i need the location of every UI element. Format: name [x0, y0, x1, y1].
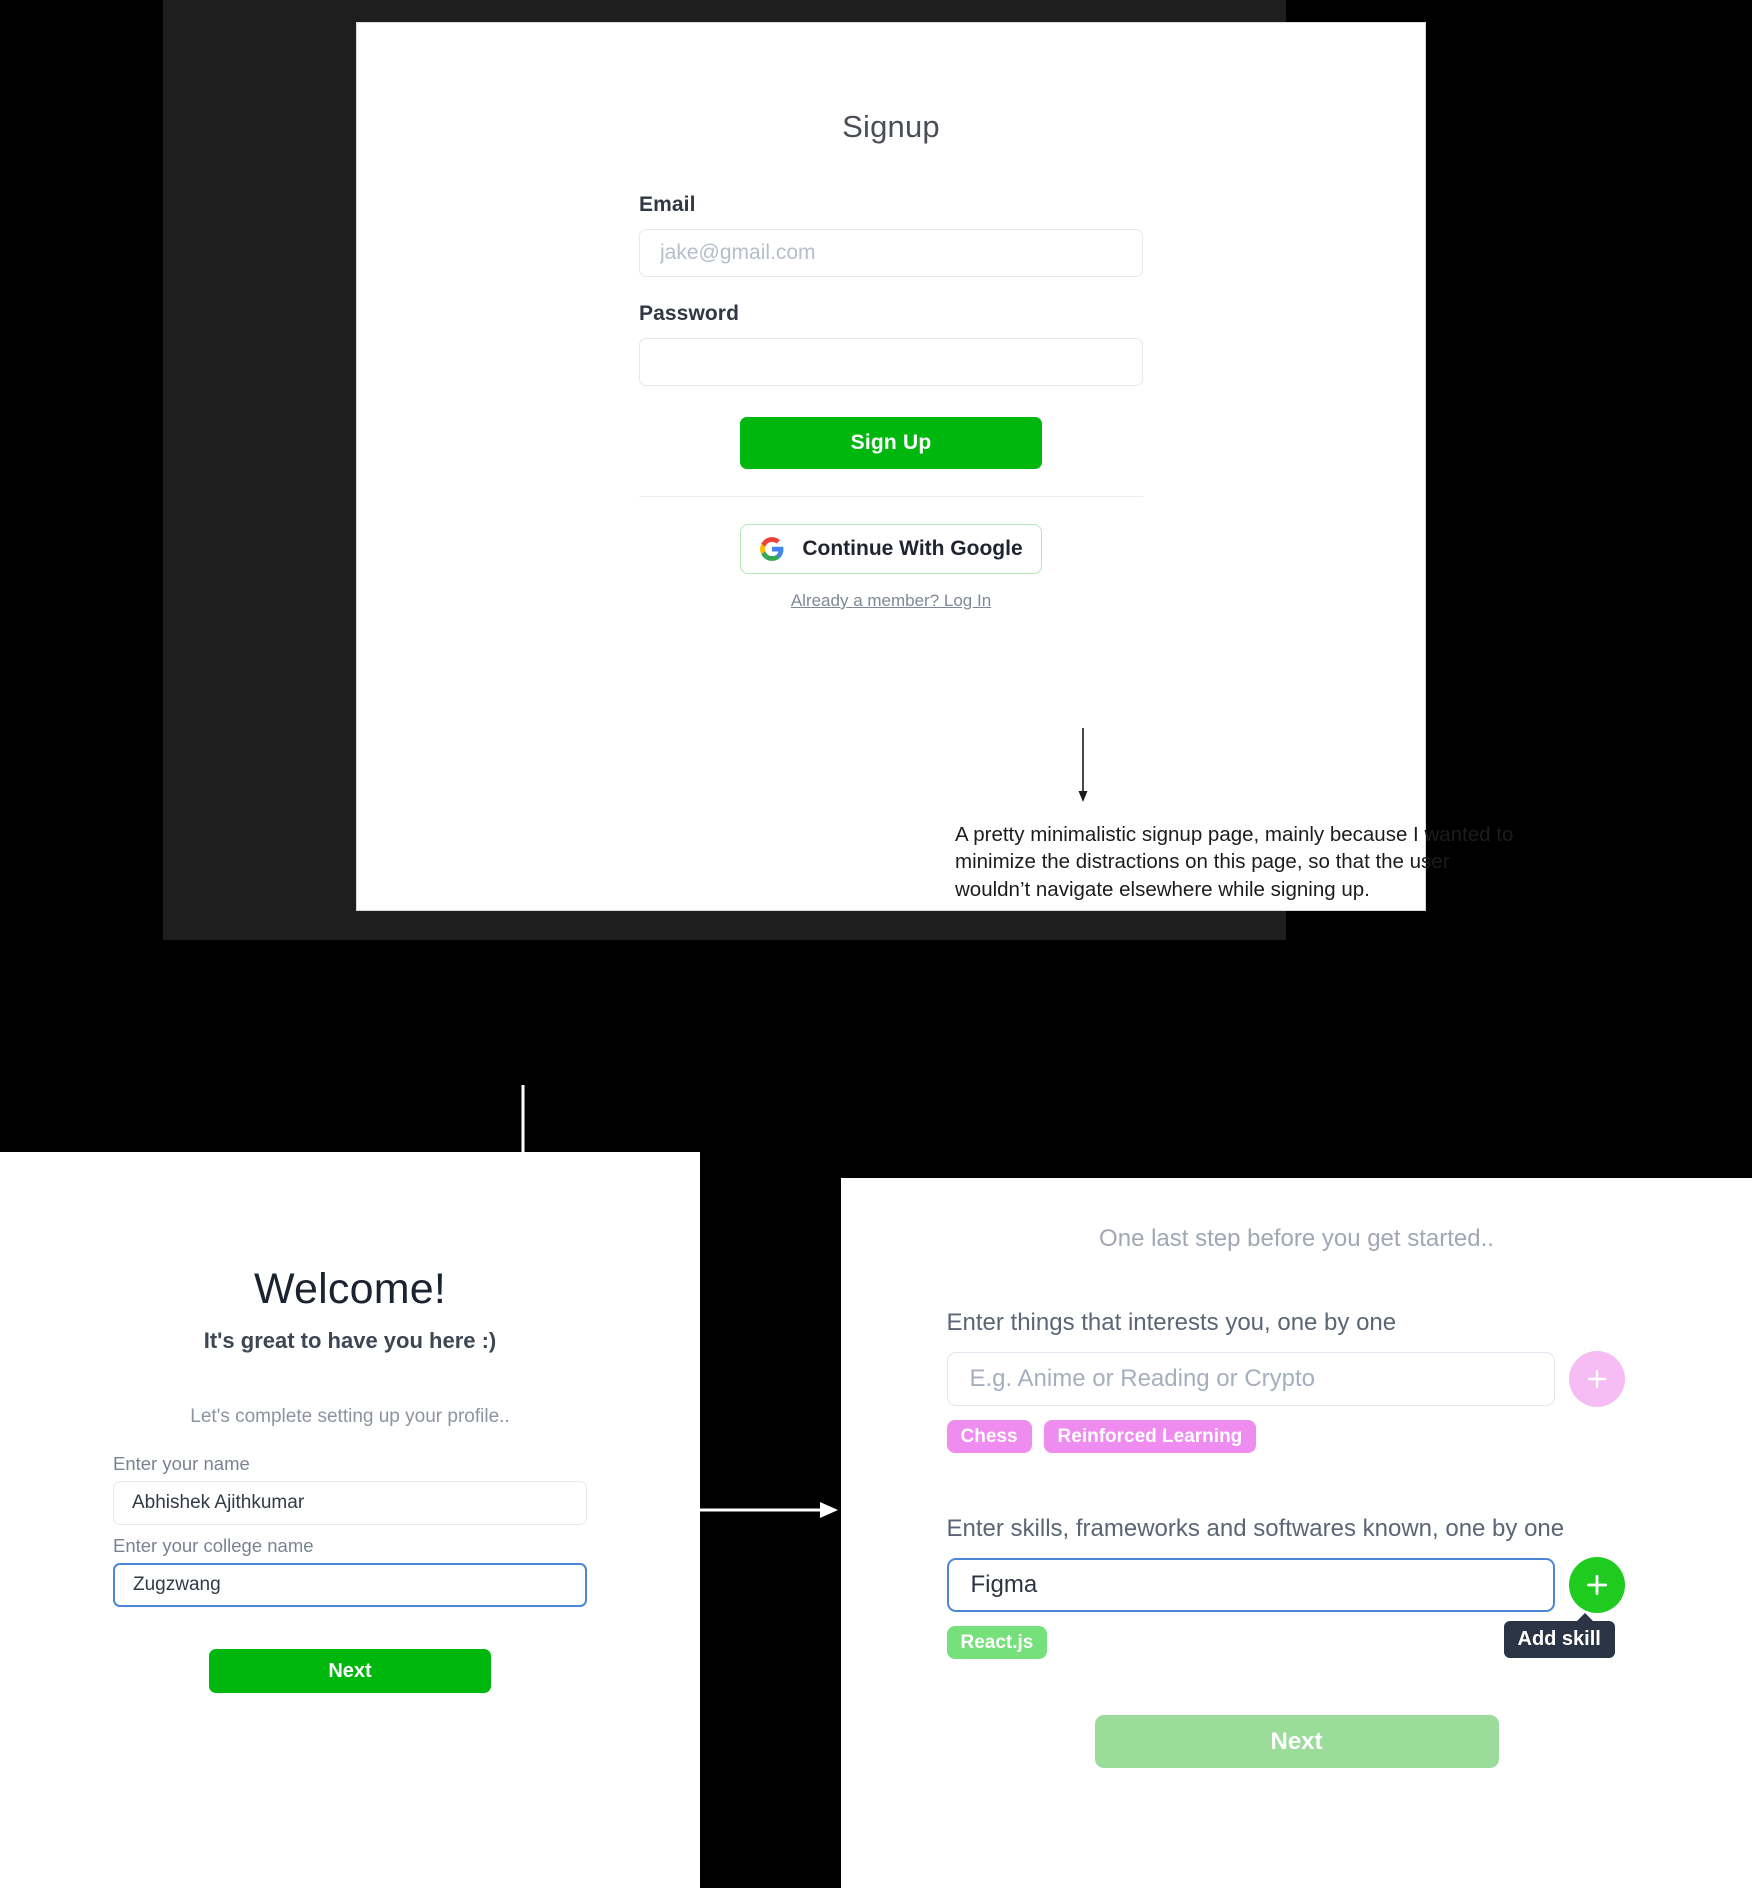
- welcome-subtitle: It's great to have you here :): [203, 1328, 497, 1353]
- college-label: Enter your college name: [113, 1535, 314, 1556]
- signup-form: Email Password Sign Up Con: [639, 145, 1143, 611]
- sign-up-button[interactable]: Sign Up: [740, 417, 1042, 469]
- flow-arrow-right-icon: [694, 1488, 839, 1532]
- login-link[interactable]: Already a member? Log In: [639, 591, 1143, 611]
- name-label: Enter your name: [113, 1453, 250, 1474]
- college-input[interactable]: [113, 1563, 587, 1607]
- interest-chip[interactable]: Chess: [946, 1420, 1032, 1453]
- plus-icon: [1584, 1572, 1610, 1598]
- welcome-title: Welcome!: [254, 1265, 446, 1313]
- interests-input[interactable]: [946, 1352, 1555, 1406]
- form-divider: [639, 496, 1143, 497]
- name-input[interactable]: [113, 1481, 587, 1525]
- step-note: One last step before you get started..: [1099, 1225, 1494, 1252]
- profile-form: Enter your name Enter your college name …: [113, 1453, 587, 1693]
- email-label: Email: [639, 193, 696, 216]
- skills-section: Enter skills, frameworks and softwares k…: [946, 1453, 1647, 1659]
- interest-chip[interactable]: Reinforced Learning: [1043, 1420, 1257, 1453]
- google-icon: [759, 536, 785, 562]
- signup-device-frame: Signup Email Password Sign Up: [163, 0, 1513, 940]
- signup-card: Signup Email Password Sign Up: [356, 22, 1513, 911]
- interests-input-row: [946, 1351, 1647, 1407]
- design-mockup-canvas: Signup Email Password Sign Up: [0, 0, 1752, 1888]
- annotation-arrow-icon: [1073, 728, 1093, 803]
- skills-input-row: Add skill: [946, 1557, 1647, 1658]
- welcome-note: Let's complete setting up your profile..: [190, 1406, 510, 1427]
- interests-chip-list: Chess Reinforced Learning: [946, 1420, 1647, 1453]
- interests-screen: One last step before you get started.. E…: [841, 1178, 1752, 1888]
- add-skill-button[interactable]: Add skill: [1503, 1557, 1625, 1658]
- add-interest-button[interactable]: [1568, 1351, 1625, 1407]
- page-title: Signup: [842, 109, 940, 144]
- continue-with-google-label: Continue With Google: [802, 537, 1023, 560]
- interests-label: Enter things that interests you, one by …: [946, 1309, 1397, 1336]
- skills-input[interactable]: [946, 1558, 1555, 1612]
- skill-chip[interactable]: React.js: [946, 1626, 1048, 1659]
- welcome-screen: Welcome! It's great to have you here :) …: [0, 1152, 700, 1888]
- skills-label: Enter skills, frameworks and softwares k…: [946, 1515, 1565, 1542]
- password-input[interactable]: [639, 338, 1143, 386]
- interests-section: Enter things that interests you, one by …: [946, 1253, 1647, 1453]
- plus-icon: [1585, 1367, 1609, 1391]
- email-input[interactable]: [639, 229, 1143, 277]
- next-button-interests[interactable]: Next: [1094, 1715, 1499, 1768]
- password-label: Password: [639, 302, 740, 325]
- next-button-profile[interactable]: Next: [209, 1649, 491, 1693]
- add-skill-tooltip: Add skill: [1503, 1613, 1615, 1658]
- annotation-text: A pretty minimalistic signup page, mainl…: [955, 823, 1514, 901]
- continue-with-google-button[interactable]: Continue With Google: [740, 524, 1042, 574]
